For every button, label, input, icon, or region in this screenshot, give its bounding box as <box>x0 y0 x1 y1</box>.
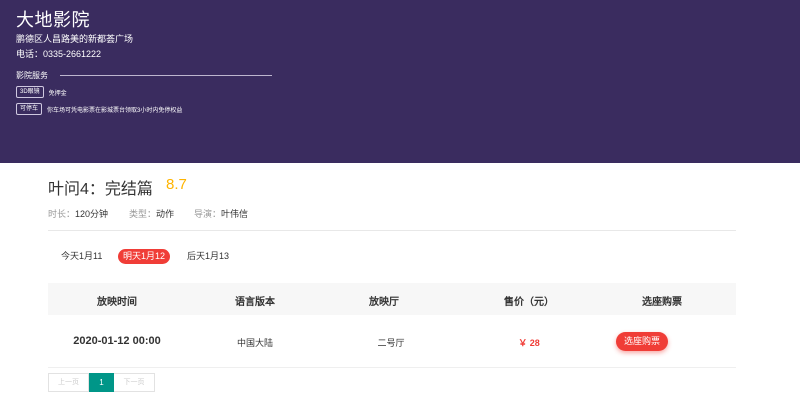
director-label: 导演： <box>194 209 222 219</box>
duration-value: 120分钟 <box>75 209 109 219</box>
service-item: 3D眼镜 免押金 <box>16 86 67 98</box>
page-1-button[interactable]: 1 <box>89 373 114 392</box>
hall-cell: 二号厅 <box>377 338 405 348</box>
services-divider <box>60 75 272 76</box>
cinema-name: 大地影院 <box>16 10 90 30</box>
select-seat-button[interactable]: 选座购票 <box>615 332 669 351</box>
director-value: 叶伟信 <box>221 209 249 219</box>
date-tab-today[interactable]: 今天1月11 <box>56 249 107 264</box>
header-showtime: 放映时间 <box>97 297 137 308</box>
service-desc: 免押金 <box>48 90 67 97</box>
movie-director: 导演：叶伟信 <box>194 207 248 220</box>
movie-duration: 时长：120分钟 <box>48 207 108 220</box>
movie-score: 8.7 <box>166 176 187 193</box>
cinema-phone: 电话：0335-2661222 <box>16 49 102 59</box>
language-cell: 中国大陆 <box>236 338 274 348</box>
type-label: 类型： <box>129 209 157 219</box>
prev-page-button[interactable]: 上一页 <box>48 373 89 392</box>
pagination: 上一页 1 下一页 <box>48 373 155 392</box>
date-tab-day-after[interactable]: 后天1月13 <box>182 249 234 264</box>
header-language: 语言版本 <box>235 297 275 308</box>
services-title: 影院服务 <box>16 71 48 80</box>
service-tag: 可停车 <box>16 103 43 115</box>
cinema-header: 大地影院 鹏德区人昌路美的新都荟广场 电话：0335-2661222 影院服务 … <box>0 0 800 163</box>
movie-type: 类型：动作 <box>129 207 174 220</box>
cinema-address: 鹏德区人昌路美的新都荟广场 <box>16 34 134 44</box>
service-item: 可停车 你车场可凭电影票在影城票台领取3小时内免停权益 <box>16 103 182 115</box>
section-divider <box>48 230 736 231</box>
table-row: 2020-01-12 00:00 中国大陆 二号厅 ￥ 28 选座购票 <box>48 315 736 368</box>
header-hall: 放映厅 <box>369 297 399 308</box>
type-value: 动作 <box>156 209 175 219</box>
service-desc: 你车场可凭电影票在影城票台领取3小时内免停权益 <box>47 107 183 114</box>
next-page-button[interactable]: 下一页 <box>114 373 155 392</box>
duration-label: 时长： <box>48 209 76 219</box>
service-tag: 3D眼镜 <box>16 86 44 98</box>
date-tab-tomorrow[interactable]: 明天1月12 <box>118 249 171 264</box>
header-buy: 选座购票 <box>642 297 682 308</box>
header-price: 售价（元） <box>504 297 554 308</box>
price-cell: ￥ 28 <box>518 338 540 348</box>
movie-title: 叶问4：完结篇 <box>48 181 153 198</box>
showtime-table-header: 放映时间 语言版本 放映厅 售价（元） 选座购票 <box>48 283 736 315</box>
showtime-cell: 2020-01-12 00:00 <box>73 335 161 347</box>
